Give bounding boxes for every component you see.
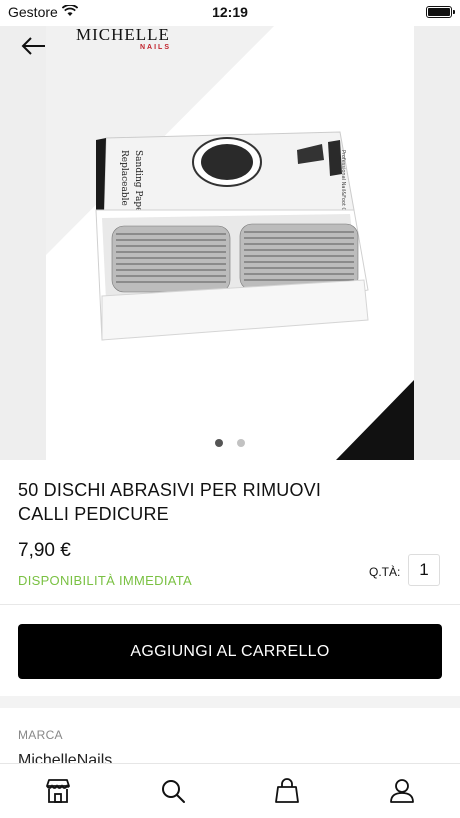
logo-subtext: NAILS [140, 44, 171, 51]
product-photo: Replaceable Sanding Paper Professional N… [95, 131, 369, 341]
brand-label: MARCA [18, 728, 63, 742]
shopping-bag-icon [275, 778, 299, 803]
tab-store[interactable] [43, 776, 73, 806]
logo-text: MICHELLE [76, 25, 170, 44]
section-separator [0, 696, 460, 708]
search-icon [162, 780, 185, 803]
brand-logo: MICHELLE NAILS [76, 25, 170, 52]
back-button[interactable] [20, 34, 48, 58]
product-price: 7,90 € [18, 540, 71, 561]
box-text-1: Replaceable [119, 150, 129, 206]
product-info: 50 DISCHI ABRASIVI PER RIMUOVI CALLI PED… [18, 478, 442, 526]
status-bar: Gestore 12:19 [0, 0, 460, 26]
box-text-2: Sanding Paper [133, 150, 143, 217]
add-to-cart-button[interactable]: AGGIUNGI AL CARRELLO [18, 624, 442, 679]
store-icon [46, 779, 70, 803]
battery-icon [426, 6, 455, 18]
divider [0, 604, 460, 605]
carousel-dot-1[interactable] [214, 439, 223, 447]
arrow-left-icon [21, 37, 45, 55]
quantity-label: Q.TÀ: [369, 565, 401, 579]
product-title: 50 DISCHI ABRASIVI PER RIMUOVI CALLI PED… [18, 480, 322, 524]
tab-search[interactable] [158, 776, 188, 806]
product-image-carousel[interactable]: Replaceable Sanding Paper Professional N… [0, 0, 460, 460]
box-side-text: Professional Nail&Foot Care [340, 150, 346, 219]
tab-account[interactable] [387, 776, 417, 806]
availability-status: DISPONIBILITÀ IMMEDIATA [18, 573, 192, 588]
carousel-dot-2[interactable] [237, 439, 246, 447]
tab-cart[interactable] [272, 776, 302, 806]
carousel-pagination[interactable] [0, 434, 460, 452]
bottom-tab-bar [0, 763, 460, 818]
quantity-input[interactable]: 1 [408, 554, 440, 586]
user-icon [390, 779, 414, 803]
clock: 12:19 [212, 4, 248, 20]
